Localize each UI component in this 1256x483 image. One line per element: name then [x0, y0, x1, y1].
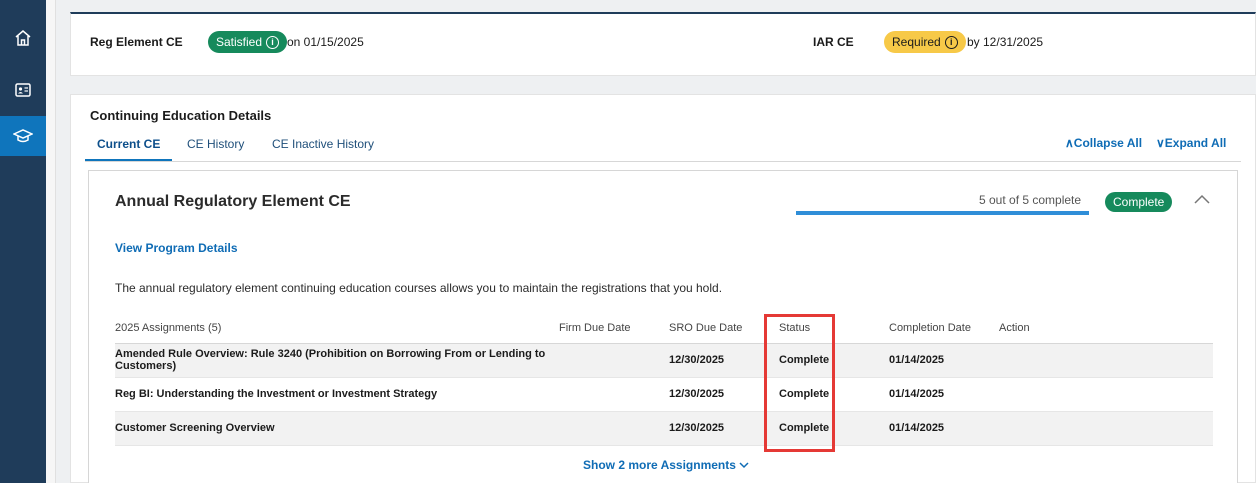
status-cell: Complete [779, 411, 889, 446]
firm-due-date [559, 377, 669, 412]
reg-element-label: Reg Element CE [90, 35, 183, 49]
sidebar-item-home[interactable] [0, 18, 46, 58]
reg-status-text: Satisfied [216, 35, 263, 49]
view-program-details-link[interactable]: View Program Details [115, 241, 238, 255]
col-completion-date: Completion Date [889, 313, 999, 344]
status-cell: Complete [779, 377, 889, 412]
graduation-cap-icon [13, 129, 33, 143]
program-card: Annual Regulatory Element CE 5 out of 5 … [88, 170, 1238, 483]
sidebar [0, 0, 46, 483]
action-cell [999, 343, 1213, 378]
completion-date: 01/14/2025 [889, 377, 999, 412]
assignment-name[interactable]: Customer Screening Overview [115, 411, 559, 446]
firm-due-date [559, 343, 669, 378]
iar-ce-label: IAR CE [813, 35, 854, 49]
top-band [56, 0, 1256, 12]
col-assignment: 2025 Assignments (5) [115, 313, 559, 344]
action-cell [999, 377, 1213, 412]
program-description: The annual regulatory element continuing… [115, 281, 723, 295]
progress-fill [796, 211, 1089, 215]
table-row[interactable]: Amended Rule Overview: Rule 3240 (Prohib… [115, 343, 1213, 378]
progress-text: 5 out of 5 complete [979, 193, 1082, 207]
show-more-assignments-button[interactable]: Show 2 more Assignments [583, 458, 749, 472]
action-cell [999, 411, 1213, 446]
chevron-down-icon [739, 462, 749, 469]
reg-due-text: on 01/15/2025 [287, 35, 364, 49]
details-title: Continuing Education Details [90, 108, 272, 123]
col-status: Status [779, 313, 889, 344]
tab-ce-history[interactable]: CE History [187, 137, 244, 159]
status-cell: Complete [779, 343, 889, 378]
show-more-label: Show 2 more Assignments [583, 458, 736, 472]
iar-status-badge[interactable]: Required i [884, 31, 966, 53]
info-icon[interactable]: i [944, 35, 958, 49]
assignment-name[interactable]: Reg BI: Understanding the Investment or … [115, 377, 559, 412]
double-chevron-up-icon: ∧​ [1065, 136, 1074, 150]
assignments-table: 2025 Assignments (5) Firm Due Date SRO D… [115, 313, 1213, 446]
col-sro-due: SRO Due Date [669, 313, 779, 344]
gutter [46, 0, 56, 483]
complete-badge: Complete [1105, 192, 1173, 212]
sidebar-item-profile[interactable] [0, 70, 46, 110]
home-icon [15, 30, 31, 46]
sro-due-date: 12/30/2025 [669, 343, 779, 378]
col-action: Action [999, 313, 1213, 344]
table-header-row: 2025 Assignments (5) Firm Due Date SRO D… [115, 313, 1213, 344]
completion-date: 01/14/2025 [889, 411, 999, 446]
sro-due-date: 12/30/2025 [669, 411, 779, 446]
info-icon[interactable]: i [266, 35, 280, 49]
iar-status-text: Required [892, 35, 941, 49]
collapse-all-label: Collapse All [1073, 136, 1143, 150]
completion-date: 01/14/2025 [889, 343, 999, 378]
tab-ce-inactive-history[interactable]: CE Inactive History [272, 137, 374, 159]
collapse-all-button[interactable]: ∧​ Collapse All [1065, 136, 1142, 150]
sidebar-item-education[interactable] [0, 116, 46, 156]
reg-status-badge[interactable]: Satisfied i [208, 31, 288, 53]
firm-due-date [559, 411, 669, 446]
table-row[interactable]: Reg BI: Understanding the Investment or … [115, 377, 1213, 412]
col-firm-due: Firm Due Date [559, 313, 669, 344]
assignment-name[interactable]: Amended Rule Overview: Rule 3240 (Prohib… [115, 343, 559, 378]
chevron-up-icon[interactable] [1193, 193, 1211, 205]
table-row[interactable]: Customer Screening Overview 12/30/2025 C… [115, 411, 1213, 446]
double-chevron-down-icon: ∨​ [1156, 136, 1165, 150]
expand-all-label: Expand All [1164, 136, 1227, 150]
id-card-icon [15, 83, 31, 97]
iar-due-text: by 12/31/2025 [967, 35, 1044, 49]
progress-bar [796, 211, 1089, 215]
tab-current-ce[interactable]: Current CE [85, 137, 173, 161]
ce-summary-panel: Reg Element CE Satisfied i on 01/15/2025… [70, 12, 1256, 76]
card-title: Annual Regulatory Element CE [115, 193, 351, 210]
expand-all-button[interactable]: ∨​ Expand All [1156, 136, 1226, 150]
sro-due-date: 12/30/2025 [669, 377, 779, 412]
